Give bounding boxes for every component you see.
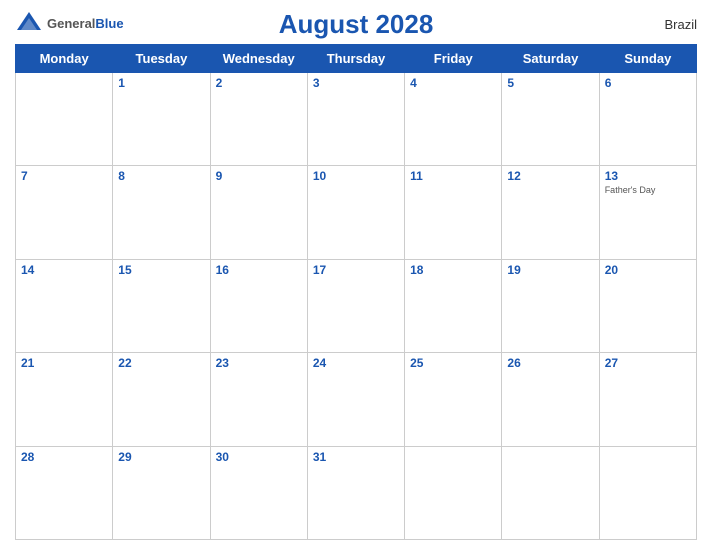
- calendar-table: MondayTuesdayWednesdayThursdayFridaySatu…: [15, 44, 697, 540]
- day-number: 5: [507, 76, 593, 90]
- calendar-header: GeneralBlue August 2028 Brazil: [15, 10, 697, 38]
- day-number: 8: [118, 169, 204, 183]
- day-cell-7: 7: [16, 166, 113, 259]
- day-cell-18: 18: [405, 259, 502, 352]
- day-number: 4: [410, 76, 496, 90]
- day-number: 25: [410, 356, 496, 370]
- week-row-2: 789 10 11 12 13 Father's Day: [16, 166, 697, 259]
- day-cell-13: 13 Father's Day: [599, 166, 696, 259]
- day-cell-1: 1: [113, 73, 210, 166]
- day-header-monday: Monday: [16, 45, 113, 73]
- day-cell-15: 15: [113, 259, 210, 352]
- day-number: 30: [216, 450, 302, 464]
- day-number: 28: [21, 450, 107, 464]
- day-header-tuesday: Tuesday: [113, 45, 210, 73]
- day-cell-16: 16: [210, 259, 307, 352]
- empty-cell: [405, 446, 502, 539]
- day-cell-21: 21: [16, 353, 113, 446]
- day-number: 1: [118, 76, 204, 90]
- day-number: 27: [605, 356, 691, 370]
- day-cell-31: 31: [307, 446, 404, 539]
- day-number: 22: [118, 356, 204, 370]
- day-number: 12: [507, 169, 593, 183]
- day-header-wednesday: Wednesday: [210, 45, 307, 73]
- week-row-3: 14 15 16 17 18 19 20: [16, 259, 697, 352]
- day-cell-11: 11: [405, 166, 502, 259]
- day-header-sunday: Sunday: [599, 45, 696, 73]
- day-header-thursday: Thursday: [307, 45, 404, 73]
- day-cell-3: 3: [307, 73, 404, 166]
- day-number: 7: [21, 169, 107, 183]
- day-cell-30: 30: [210, 446, 307, 539]
- day-cell-22: 22: [113, 353, 210, 446]
- logo-general: GeneralBlue: [47, 15, 124, 33]
- day-number: 11: [410, 169, 496, 183]
- day-cell-24: 24: [307, 353, 404, 446]
- day-number: 2: [216, 76, 302, 90]
- day-number: 23: [216, 356, 302, 370]
- country-label: Brazil: [664, 17, 697, 32]
- logo: GeneralBlue: [15, 10, 124, 38]
- day-cell-25: 25: [405, 353, 502, 446]
- day-cell-9: 9: [210, 166, 307, 259]
- logo-icon: [15, 10, 43, 38]
- day-header-saturday: Saturday: [502, 45, 599, 73]
- day-cell-5: 5: [502, 73, 599, 166]
- month-title: August 2028: [279, 9, 434, 40]
- day-number: 3: [313, 76, 399, 90]
- day-number: 19: [507, 263, 593, 277]
- day-number: 20: [605, 263, 691, 277]
- day-number: 16: [216, 263, 302, 277]
- days-header-row: MondayTuesdayWednesdayThursdayFridaySatu…: [16, 45, 697, 73]
- day-cell-17: 17: [307, 259, 404, 352]
- week-row-5: 28 29 30 31: [16, 446, 697, 539]
- day-number: 13: [605, 169, 691, 183]
- day-number: 31: [313, 450, 399, 464]
- day-cell-28: 28: [16, 446, 113, 539]
- day-number: 18: [410, 263, 496, 277]
- day-number: 21: [21, 356, 107, 370]
- day-number: 6: [605, 76, 691, 90]
- holiday-label: Father's Day: [605, 185, 691, 196]
- week-row-4: 21 22 23 24 25 26 27: [16, 353, 697, 446]
- day-cell-23: 23: [210, 353, 307, 446]
- day-cell-26: 26: [502, 353, 599, 446]
- day-cell-27: 27: [599, 353, 696, 446]
- day-cell-14: 14: [16, 259, 113, 352]
- day-number: 9: [216, 169, 302, 183]
- day-cell-6: 6: [599, 73, 696, 166]
- day-number: 29: [118, 450, 204, 464]
- day-number: 26: [507, 356, 593, 370]
- day-cell-19: 19: [502, 259, 599, 352]
- day-number: 15: [118, 263, 204, 277]
- day-cell-10: 10: [307, 166, 404, 259]
- empty-cell: [502, 446, 599, 539]
- day-cell-2: 2: [210, 73, 307, 166]
- day-number: 10: [313, 169, 399, 183]
- day-cell-29: 29: [113, 446, 210, 539]
- day-cell-20: 20: [599, 259, 696, 352]
- empty-cell: [16, 73, 113, 166]
- day-header-friday: Friday: [405, 45, 502, 73]
- day-number: 14: [21, 263, 107, 277]
- empty-cell: [599, 446, 696, 539]
- day-number: 24: [313, 356, 399, 370]
- day-number: 17: [313, 263, 399, 277]
- day-cell-12: 12: [502, 166, 599, 259]
- week-row-1: 123456: [16, 73, 697, 166]
- day-cell-8: 8: [113, 166, 210, 259]
- day-cell-4: 4: [405, 73, 502, 166]
